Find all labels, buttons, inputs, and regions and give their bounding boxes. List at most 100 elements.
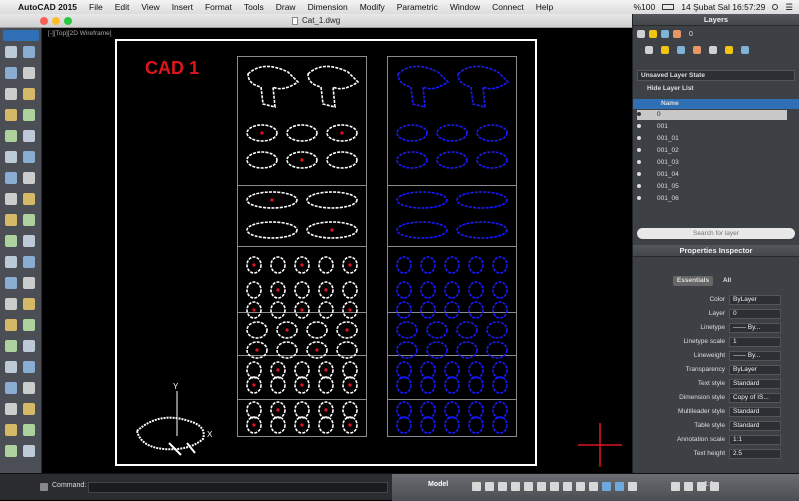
layer-row[interactable]: 0 (637, 110, 787, 120)
torus-tool-icon[interactable] (5, 151, 17, 163)
pan-icon[interactable] (684, 482, 693, 491)
hardware-icon[interactable] (628, 482, 637, 491)
rectangle-tool-icon[interactable] (5, 277, 17, 289)
layer-row[interactable]: 001_02 (637, 146, 679, 156)
menu-item-modify[interactable]: Modify (360, 2, 385, 12)
polygon-tool-icon[interactable] (23, 277, 35, 289)
battery-status[interactable]: %100 (634, 2, 656, 12)
layer-lock-icon[interactable] (661, 30, 669, 38)
copy-tool-icon[interactable] (5, 193, 17, 205)
annotation-icon[interactable] (589, 482, 598, 491)
wedge-tool-icon[interactable] (23, 130, 35, 142)
insert-tool-icon[interactable] (23, 424, 35, 436)
move-tool-icon[interactable] (5, 172, 17, 184)
property-value[interactable]: 1 (729, 337, 781, 347)
polyline-tool-icon[interactable] (23, 235, 35, 247)
layer-search-input[interactable] (637, 228, 795, 239)
layer-tool-icon[interactable] (23, 151, 35, 163)
layer-state-select[interactable]: Unsaved Layer State (637, 70, 795, 81)
menu-item-tools[interactable]: Tools (244, 2, 264, 12)
lineweight-icon[interactable] (550, 482, 559, 491)
notification-icon[interactable]: ☰ (785, 2, 793, 13)
grid-icon[interactable] (472, 482, 481, 491)
layer-match-icon[interactable] (645, 46, 653, 54)
menu-item-file[interactable]: File (89, 2, 103, 12)
box-tool-icon[interactable] (5, 88, 17, 100)
property-value[interactable]: Standard (729, 421, 781, 431)
layer-isolate-icon[interactable] (661, 46, 669, 54)
viewport-controls[interactable]: [-][Top][2D Wireframe] (48, 30, 112, 37)
menu-clock[interactable]: 14 Şubat Sal 16:57:29 (681, 2, 765, 12)
menu-item-edit[interactable]: Edit (115, 2, 130, 12)
offset-tool-icon[interactable] (5, 382, 17, 394)
property-value[interactable]: Copy of IS... (729, 393, 781, 403)
command-input[interactable] (88, 482, 388, 493)
menu-item-format[interactable]: Format (205, 2, 232, 12)
layer-merge-icon[interactable] (693, 46, 701, 54)
drawing-viewport[interactable]: [-][Top][2D Wireframe] CAD 1 Y X (42, 28, 632, 473)
polar-icon[interactable] (511, 482, 520, 491)
workspace-icon[interactable] (602, 482, 611, 491)
tab-essentials[interactable]: Essentials (673, 276, 713, 286)
layer-name-header[interactable]: Name (661, 100, 679, 107)
chamfer-tool-icon[interactable] (23, 361, 35, 373)
property-value[interactable]: 1:1 (729, 435, 781, 445)
tab-all[interactable]: All (715, 276, 739, 286)
property-value[interactable]: —— By... (729, 323, 781, 333)
property-value[interactable]: —— By... (729, 351, 781, 361)
hide-layer-list[interactable]: Hide Layer List (647, 85, 694, 92)
property-value[interactable]: ByLayer (729, 365, 781, 375)
explode-tool-icon[interactable] (5, 403, 17, 415)
property-value[interactable]: 0 (729, 309, 781, 319)
otrack-icon[interactable] (537, 482, 546, 491)
scale-tool-icon[interactable] (5, 214, 17, 226)
measure-tool-icon[interactable] (5, 445, 17, 457)
workspace-selector[interactable] (3, 30, 39, 41)
menu-item-help[interactable]: Help (536, 2, 553, 12)
layer-prev-icon[interactable] (725, 46, 733, 54)
osnap-icon[interactable] (524, 482, 533, 491)
property-value[interactable]: ByLayer (729, 295, 781, 305)
layer-row[interactable]: 001_05 (637, 182, 679, 192)
sphere-tool-icon[interactable] (23, 109, 35, 121)
dim-tool-icon[interactable] (5, 319, 17, 331)
current-layer-value[interactable]: 0 (689, 31, 693, 38)
isolate-icon[interactable] (615, 482, 624, 491)
layer-off-icon[interactable] (673, 30, 681, 38)
spotlight-icon[interactable] (772, 4, 779, 10)
snap-icon[interactable] (485, 482, 494, 491)
menu-item-window[interactable]: Window (450, 2, 480, 12)
circle-tool-icon[interactable] (5, 256, 17, 268)
trim-tool-icon[interactable] (5, 340, 17, 352)
pyramid-tool-icon[interactable] (5, 130, 17, 142)
zoom-icon[interactable] (710, 482, 719, 491)
model-button[interactable]: Model (428, 481, 448, 488)
property-value[interactable]: Standard (729, 407, 781, 417)
layer-row[interactable]: 001_01 (637, 134, 679, 144)
orbit-icon[interactable] (697, 482, 706, 491)
menu-item-dimension[interactable]: Dimension (308, 2, 348, 12)
clean-screen-icon[interactable] (671, 482, 680, 491)
menu-item-connect[interactable]: Connect (492, 2, 524, 12)
layer-row[interactable]: 001_04 (637, 170, 679, 180)
redo-tool-icon[interactable] (23, 67, 35, 79)
arc-tool-icon[interactable] (23, 256, 35, 268)
layer-settings-icon[interactable] (741, 46, 749, 54)
rotate-tool-icon[interactable] (23, 172, 35, 184)
menu-item-view[interactable]: View (141, 2, 159, 12)
transparency-icon[interactable] (563, 482, 572, 491)
property-value[interactable]: Standard (729, 379, 781, 389)
layer-delete-icon[interactable] (709, 46, 717, 54)
layer-row[interactable]: 001 (637, 122, 668, 132)
plus-tool-icon[interactable] (23, 46, 35, 58)
stretch-tool-icon[interactable] (23, 214, 35, 226)
extend-tool-icon[interactable] (23, 340, 35, 352)
fillet-tool-icon[interactable] (5, 361, 17, 373)
hatch-tool-icon[interactable] (5, 298, 17, 310)
selection-cycling-icon[interactable] (576, 482, 585, 491)
menu-item-draw[interactable]: Draw (276, 2, 296, 12)
cone-tool-icon[interactable] (5, 109, 17, 121)
zoom-tool-icon[interactable] (23, 445, 35, 457)
app-menu[interactable]: AutoCAD 2015 (18, 2, 77, 12)
menu-item-parametric[interactable]: Parametric (397, 2, 438, 12)
